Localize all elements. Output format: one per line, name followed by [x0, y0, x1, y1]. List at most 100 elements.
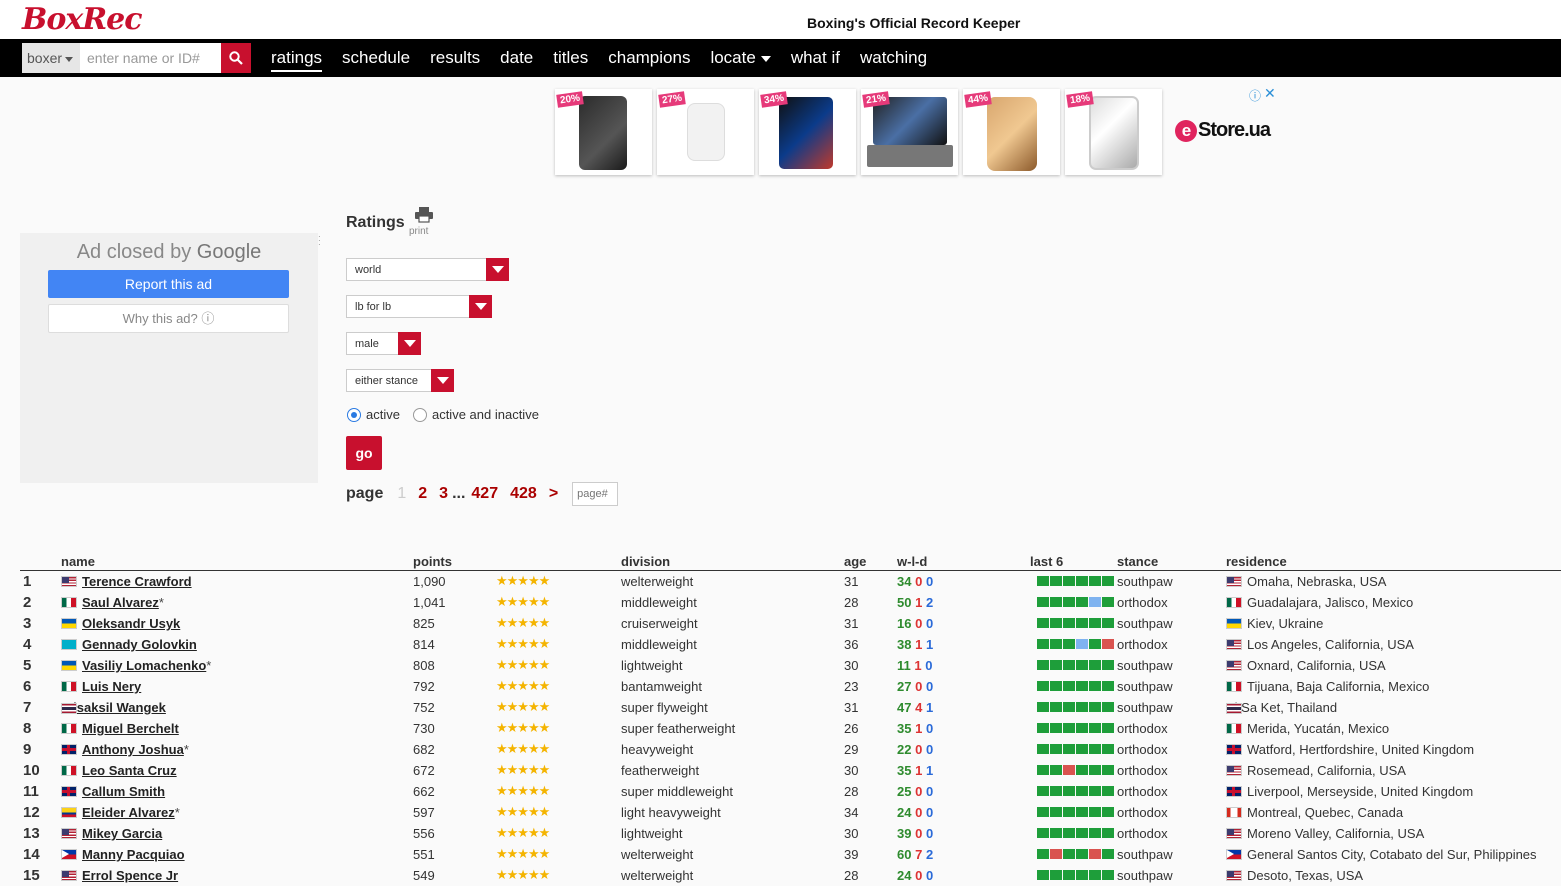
boxer-name-link[interactable]: Gennady Golovkin	[82, 637, 197, 652]
nav-what-if[interactable]: what if	[791, 39, 840, 77]
table-row[interactable]: 7 Wisaksil Wangek 752 ★★★★★ super flyweight 3…	[20, 697, 1561, 718]
radio-active-label[interactable]: active	[366, 407, 400, 422]
last-six-bouts[interactable]	[1037, 870, 1115, 880]
sex-select[interactable]: male	[346, 332, 421, 355]
weight-class-select[interactable]: lb for lb	[346, 295, 492, 318]
col-header-name[interactable]: name	[61, 554, 95, 569]
ad-product-tile[interactable]: 21%	[861, 89, 958, 175]
table-row[interactable]: 8 Miguel Berchelt 730 ★★★★★ super featherwei…	[20, 718, 1561, 739]
search-type-dropdown[interactable]: boxer	[22, 43, 80, 73]
boxer-name-link[interactable]: Mikey Garcia	[82, 826, 162, 841]
division-value: welterweight	[621, 847, 694, 862]
table-row[interactable]: 13 Mikey Garcia 556 ★★★★★ lightweight 30 39 0 …	[20, 823, 1561, 844]
print-icon[interactable]	[413, 207, 435, 228]
boxer-name-link[interactable]: Saul Alvarez	[82, 595, 159, 610]
page-link[interactable]: 2	[418, 485, 427, 503]
last-six-bouts[interactable]	[1037, 576, 1115, 586]
boxer-name-link[interactable]: Anthony Joshua	[82, 742, 184, 757]
boxer-name-link[interactable]: Oleksandr Usyk	[82, 616, 180, 631]
flag-icon	[61, 597, 77, 608]
table-row[interactable]: 5 Vasiliy Lomachenko* 808 ★★★★★ lightweight 3…	[20, 655, 1561, 676]
last-six-bouts[interactable]	[1037, 828, 1115, 838]
boxer-name-link[interactable]: Terence Crawford	[82, 574, 192, 589]
table-row[interactable]: 15 Errol Spence Jr 549 ★★★★★ welterweight 28 2…	[20, 865, 1561, 886]
stance-select[interactable]: either stance	[346, 369, 454, 392]
col-header-division[interactable]: division	[621, 554, 670, 569]
last-six-bouts[interactable]	[1037, 723, 1115, 733]
boxer-name-link[interactable]: Manny Pacquiao	[82, 847, 185, 862]
go-button[interactable]: go	[346, 436, 382, 470]
table-row[interactable]: 10 Leo Santa Cruz 672 ★★★★★ featherweight 30 3…	[20, 760, 1561, 781]
nav-date[interactable]: date	[500, 39, 533, 77]
ad-product-tile[interactable]: 18%	[1065, 89, 1162, 175]
ad-info-icon[interactable]: ⓘ	[1249, 87, 1261, 104]
last-six-bouts[interactable]	[1037, 744, 1115, 754]
last-six-bouts[interactable]	[1037, 681, 1115, 691]
boxer-name-link[interactable]: Vasiliy Lomachenko	[82, 658, 206, 673]
search-button[interactable]	[221, 43, 251, 73]
boxer-cell: Manny Pacquiao	[61, 847, 185, 862]
why-this-ad-button[interactable]: Why this ad? ⓘ	[48, 304, 289, 333]
ad-menu-icon[interactable]: · · ·	[318, 233, 321, 249]
page-link[interactable]: 3	[439, 485, 448, 503]
ad-product-tile[interactable]: 44%	[963, 89, 1060, 175]
search-input[interactable]	[80, 43, 221, 73]
ad-product-tile[interactable]: 20%	[555, 89, 652, 175]
col-header-age[interactable]: age	[844, 554, 866, 569]
next-page-link[interactable]: >	[549, 485, 558, 503]
report-ad-button[interactable]: Report this ad	[48, 270, 289, 298]
residence-cell: Los Angeles, California, USA	[1226, 637, 1414, 652]
table-row[interactable]: 12 Eleider Alvarez* 597 ★★★★★ light heavywei…	[20, 802, 1561, 823]
radio-active-inactive-label[interactable]: active and inactive	[432, 407, 539, 422]
page-link[interactable]: 428	[510, 485, 537, 503]
last-six-bouts[interactable]	[1037, 807, 1115, 817]
top-ad-banner[interactable]: 20% 27% 34% 21% 44% 18% e Store.ua ⓘ ✕	[555, 85, 1279, 175]
nav-schedule[interactable]: schedule	[342, 39, 410, 77]
radio-active-inactive[interactable]	[412, 407, 427, 422]
nav-titles[interactable]: titles	[553, 39, 588, 77]
estore-logo[interactable]: e Store.ua	[1175, 119, 1271, 142]
boxer-name-link[interactable]: Leo Santa Cruz	[82, 763, 177, 778]
boxrec-logo[interactable]: BoxRec	[22, 2, 143, 37]
boxer-name-link[interactable]: Callum Smith	[82, 784, 165, 799]
bout-result-marker	[1050, 828, 1062, 838]
boxer-name-link[interactable]: Luis Nery	[82, 679, 141, 694]
boxer-name-link[interactable]: Eleider Alvarez	[82, 805, 175, 820]
page-number-input[interactable]	[572, 482, 619, 506]
nav-locate[interactable]: locate	[710, 39, 771, 77]
ad-product-tile[interactable]: 34%	[759, 89, 856, 175]
table-row[interactable]: 1 Terence Crawford 1,090 ★★★★★ welterweight 3…	[20, 571, 1561, 592]
ad-close-icon[interactable]: ✕	[1264, 85, 1276, 102]
ad-product-tile[interactable]: 27%	[657, 89, 754, 175]
col-header-wld[interactable]: w-l-d	[897, 554, 927, 569]
last-six-bouts[interactable]	[1037, 639, 1115, 649]
table-row[interactable]: 4 Gennady Golovkin 814 ★★★★★ middleweight 36 3…	[20, 634, 1561, 655]
table-row[interactable]: 11 Callum Smith 662 ★★★★★ super middleweight…	[20, 781, 1561, 802]
col-header-points[interactable]: points	[413, 554, 452, 569]
table-row[interactable]: 14 Manny Pacquiao 551 ★★★★★ welterweight 39 60…	[20, 844, 1561, 865]
col-header-last6[interactable]: last 6	[1030, 554, 1063, 569]
nav-ratings[interactable]: ratings	[271, 39, 323, 77]
table-row[interactable]: 3 Oleksandr Usyk 825 ★★★★★ cruiserweight 31 16…	[20, 613, 1561, 634]
col-header-residence[interactable]: residence	[1226, 554, 1287, 569]
nav-results[interactable]: results	[430, 39, 480, 77]
last-six-bouts[interactable]	[1037, 618, 1115, 628]
last-six-bouts[interactable]	[1037, 660, 1115, 670]
nav-champions[interactable]: champions	[608, 39, 690, 77]
boxer-name-link[interactable]: Errol Spence Jr	[82, 868, 178, 883]
table-row[interactable]: 6 Luis Nery 792 ★★★★★ bantamweight 23 27 0 0 so…	[20, 676, 1561, 697]
last-six-bouts[interactable]	[1037, 597, 1115, 607]
table-row[interactable]: 2 Saul Alvarez* 1,041 ★★★★★ middleweight 28 50…	[20, 592, 1561, 613]
last-six-bouts[interactable]	[1037, 849, 1115, 859]
col-header-stance[interactable]: stance	[1117, 554, 1158, 569]
radio-active[interactable]	[347, 407, 361, 422]
last-six-bouts[interactable]	[1037, 765, 1115, 775]
nav-watching[interactable]: watching	[860, 39, 927, 77]
table-row[interactable]: 9 Anthony Joshua* 682 ★★★★★ heavyweight 29 22 …	[20, 739, 1561, 760]
last-six-bouts[interactable]	[1037, 702, 1115, 712]
boxer-name-link[interactable]: Miguel Berchelt	[82, 721, 179, 736]
region-select[interactable]: world	[346, 258, 509, 281]
last-six-bouts[interactable]	[1037, 786, 1115, 796]
page-link[interactable]: 427	[471, 485, 498, 503]
print-label[interactable]: print	[409, 226, 428, 237]
